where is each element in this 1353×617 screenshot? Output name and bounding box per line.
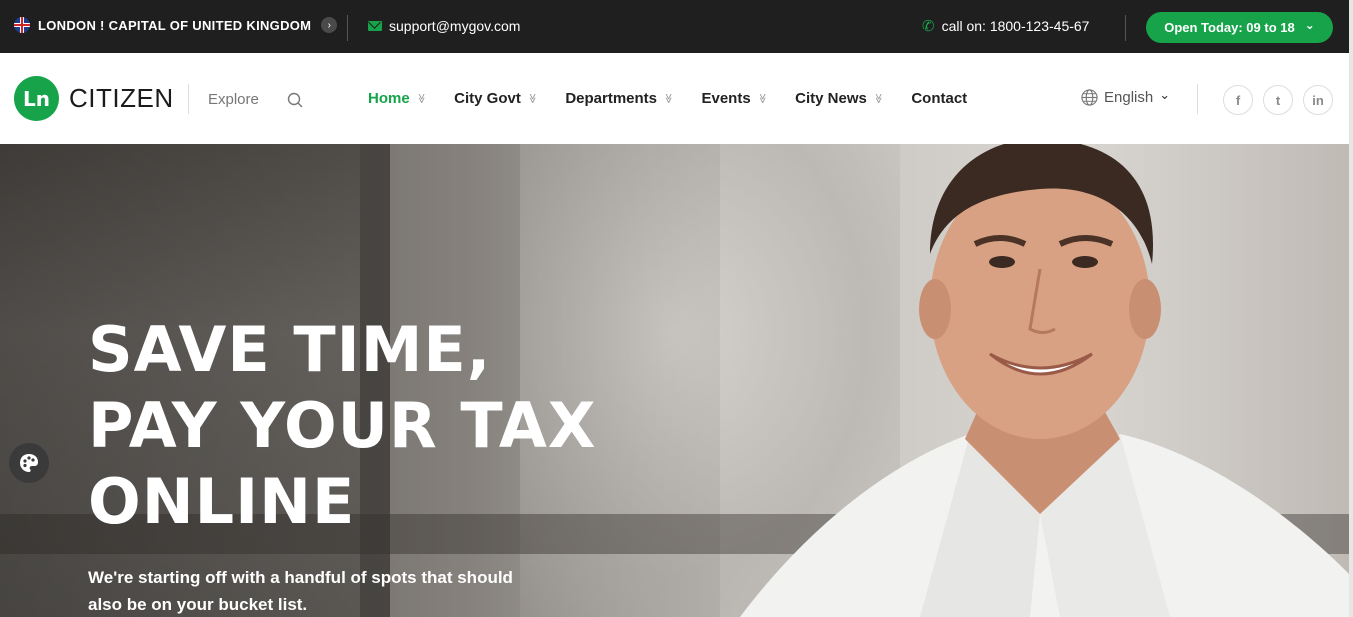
nav-label: City News	[795, 90, 867, 107]
chevron-down-icon: ≫	[872, 93, 884, 104]
divider	[347, 15, 348, 41]
chevron-down-icon: ≫	[662, 93, 674, 104]
open-hours-button[interactable]: Open Today: 09 to 18 ⌄	[1146, 12, 1333, 43]
hero-title-line: PAY YOUR TAX	[88, 389, 597, 462]
phone-number: call on: 1800-123-45-67	[941, 18, 1090, 34]
search-icon[interactable]	[287, 92, 303, 108]
hero-title-line: SAVE TIME,	[88, 313, 492, 386]
facebook-icon[interactable]: f	[1223, 85, 1253, 115]
main-nav: Home ≫ City Govt ≫ Departments ≫ Events …	[368, 90, 995, 107]
mail-icon	[368, 21, 382, 31]
nav-label: City Govt	[454, 90, 521, 107]
phone-icon: ✆	[922, 17, 935, 35]
nav-item-home[interactable]: Home ≫	[368, 90, 426, 107]
hero-banner: SAVE TIME, PAY YOUR TAX ONLINE We're sta…	[0, 144, 1349, 617]
logo-mark: Ln	[14, 76, 59, 121]
explore-link[interactable]: Explore	[208, 91, 259, 108]
nav-item-city-news[interactable]: City News ≫	[795, 90, 883, 107]
location-label: LONDON ! CAPITAL OF UNITED KINGDOM	[38, 17, 312, 33]
hero-title-line: ONLINE	[88, 465, 356, 538]
language-selector[interactable]: English ⌄	[1081, 86, 1171, 106]
chevron-down-icon: ⌄	[1159, 86, 1171, 102]
page-scrollbar[interactable]	[1349, 0, 1353, 617]
hero-title: SAVE TIME, PAY YOUR TAX ONLINE	[88, 312, 597, 540]
linkedin-icon[interactable]: in	[1303, 85, 1333, 115]
open-hours-label: Open Today: 09 to 18	[1164, 20, 1295, 35]
nav-label: Contact	[911, 90, 968, 107]
hero-subtitle: We're starting off with a handful of spo…	[88, 568, 513, 614]
uk-flag-icon	[14, 17, 30, 33]
nav-label: Home	[368, 90, 410, 107]
nav-item-city-govt[interactable]: City Govt ≫	[454, 90, 537, 107]
top-bar: LONDON ! CAPITAL OF UNITED KINGDOM › sup…	[0, 0, 1349, 53]
chevron-down-icon: ⌄	[1304, 17, 1315, 32]
location-selector[interactable]: LONDON ! CAPITAL OF UNITED KINGDOM ›	[14, 17, 338, 33]
nav-label: Departments	[565, 90, 658, 107]
logo-text: CITIZEN	[69, 83, 174, 113]
language-label: English	[1104, 89, 1154, 106]
globe-icon	[1081, 89, 1098, 106]
twitter-icon[interactable]: t	[1263, 85, 1293, 115]
phone-link[interactable]: ✆ call on: 1800-123-45-67	[922, 18, 1089, 34]
nav-item-departments[interactable]: Departments ≫	[565, 90, 673, 107]
chevron-down-icon: ≫	[526, 93, 538, 104]
support-email: support@mygov.com	[389, 18, 521, 34]
main-header: Ln CITIZEN Explore Home ≫ City Govt ≫ De…	[0, 53, 1349, 144]
nav-item-events[interactable]: Events ≫	[701, 90, 767, 107]
palette-button[interactable]	[9, 443, 49, 483]
nav-label: Events	[701, 90, 751, 107]
hero-person-image	[740, 144, 1349, 617]
divider	[188, 84, 189, 114]
site-logo[interactable]: Ln CITIZEN	[14, 76, 174, 121]
chevron-down-icon: ≫	[415, 93, 427, 104]
divider	[1197, 84, 1198, 114]
palette-icon	[20, 454, 38, 472]
chevron-down-icon: ≫	[756, 93, 768, 104]
nav-item-contact[interactable]: Contact	[911, 90, 967, 107]
support-email-link[interactable]: support@mygov.com	[368, 18, 520, 34]
divider	[1125, 15, 1126, 41]
chevron-right-icon[interactable]: ›	[321, 17, 338, 33]
